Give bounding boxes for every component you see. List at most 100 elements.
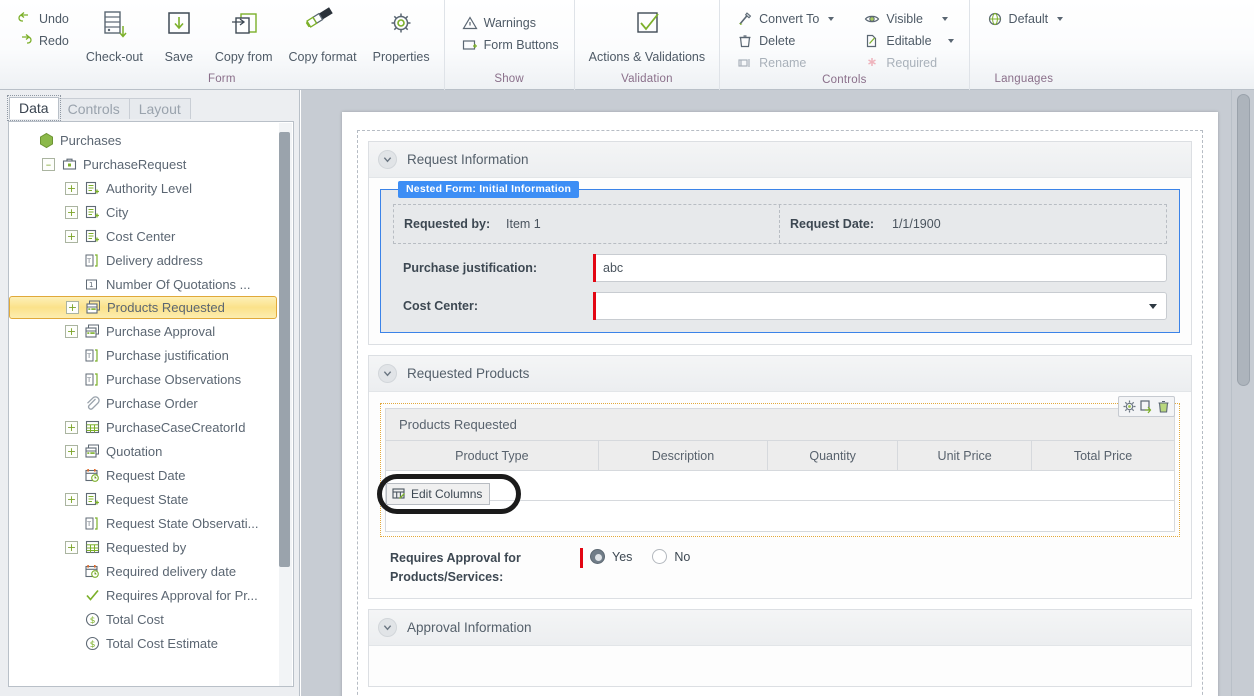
section-approval-information-body — [369, 646, 1191, 686]
chevron-down-icon[interactable] — [378, 618, 397, 637]
duplicate-icon[interactable] — [1139, 399, 1154, 414]
tree-node-city[interactable]: + City — [9, 200, 293, 224]
tree-node-purchase-approval[interactable]: + Purchase Approval — [9, 319, 293, 343]
tree-node-request-state-observati[interactable]: T Request State Observati... — [9, 511, 293, 535]
tree-node-requested-by[interactable]: + Requested by — [9, 535, 293, 559]
number-field-icon: 1 — [84, 276, 101, 293]
section-requested-products-header[interactable]: Requested Products — [369, 356, 1191, 392]
field-request-date[interactable]: Request Date: 1/1/1900 — [780, 205, 1166, 243]
warnings-button[interactable]: Warnings — [457, 12, 564, 34]
radio-no-dot[interactable] — [652, 549, 668, 564]
tree-node-label: Requires Approval for Pr... — [106, 587, 258, 603]
grid-column-header[interactable]: Unit Price — [898, 441, 1033, 470]
tree-node-total-cost[interactable]: $ Total Cost — [9, 607, 293, 631]
field-purchase-justification-control[interactable]: abc — [593, 254, 1167, 282]
tree-node-purchase-justification[interactable]: T Purchase justification — [9, 343, 293, 367]
check-out-button[interactable]: Check-out — [78, 4, 151, 64]
expand-icon[interactable]: + — [65, 324, 78, 338]
form-buttons-button[interactable]: Form Buttons — [457, 34, 564, 56]
properties-button[interactable]: Properties — [365, 4, 438, 64]
tree-node-request-state[interactable]: + Request State — [9, 487, 293, 511]
cost-center-dropdown[interactable] — [593, 292, 1167, 320]
products-grid-selection-wrapper[interactable]: Products Requested Product Type Descripti… — [377, 396, 1180, 537]
grid-column-header[interactable]: Description — [599, 441, 769, 470]
canvas-scrollbar-thumb[interactable] — [1237, 94, 1250, 386]
entity-icon — [61, 156, 78, 173]
trash-icon[interactable] — [1156, 399, 1171, 414]
delete-button[interactable]: Delete — [732, 30, 839, 52]
tab-data[interactable]: Data — [7, 95, 61, 121]
tree-scrollbar-thumb[interactable] — [279, 132, 290, 567]
purchase-justification-input[interactable]: abc — [593, 254, 1167, 282]
chevron-down-icon[interactable] — [378, 150, 397, 169]
tree-node-required-delivery-date[interactable]: Required delivery date — [9, 559, 293, 583]
tree-node-cost-center[interactable]: + Cost Center — [9, 224, 293, 248]
svg-text:T: T — [86, 353, 91, 360]
tree-node-purchase-order[interactable]: Purchase Order — [9, 391, 293, 415]
tree-node-authority-level[interactable]: + Authority Level — [9, 176, 293, 200]
expand-icon[interactable]: + — [65, 420, 78, 434]
convert-to-button[interactable]: Convert To — [732, 8, 839, 30]
tree-node-request-date[interactable]: Request Date — [9, 463, 293, 487]
grid-tools[interactable] — [1118, 396, 1175, 417]
tree-scrollbar[interactable] — [279, 123, 292, 686]
tree-node-label: Authority Level — [106, 180, 192, 196]
chevron-down-icon[interactable] — [1149, 304, 1157, 309]
checkmark-box-icon — [629, 9, 665, 45]
radio-option-yes[interactable]: Yes — [590, 549, 632, 564]
reference-icon — [84, 228, 101, 245]
expand-icon[interactable]: + — [66, 301, 79, 314]
editable-button[interactable]: Editable — [859, 30, 958, 52]
tree-node-products-requested[interactable]: + Products Requested — [9, 296, 277, 319]
left-panel-tabstrip: Data Controls Layout — [7, 95, 295, 121]
section-approval-information-header[interactable]: Approval Information — [369, 610, 1191, 646]
expand-icon[interactable]: + — [65, 492, 78, 506]
tab-layout[interactable]: Layout — [128, 98, 191, 119]
tree-node-label: Request Date — [106, 467, 186, 483]
expand-icon[interactable]: + — [65, 444, 78, 458]
actions-validations-button[interactable]: Actions & Validations — [581, 4, 714, 64]
grid-column-header[interactable]: Quantity — [768, 441, 899, 470]
chevron-down-icon[interactable] — [378, 364, 397, 383]
copy-from-button[interactable]: Copy from — [207, 4, 281, 64]
tree-node-purchases[interactable]: Purchases — [9, 128, 293, 152]
tree-node-purchasecasecreatorid[interactable]: + PurchaseCaseCreatorId — [9, 415, 293, 439]
redo-button[interactable]: Redo — [12, 30, 74, 52]
tree-node-purchase-observations[interactable]: T Purchase Observations — [9, 367, 293, 391]
save-button[interactable]: Save — [151, 4, 207, 64]
expand-icon[interactable]: + — [65, 229, 78, 243]
default-language-button[interactable]: Default — [982, 8, 1069, 30]
gear-icon[interactable] — [1122, 399, 1137, 414]
radio-option-no[interactable]: No — [652, 549, 690, 564]
tree-node-quotation[interactable]: + Quotation — [9, 439, 293, 463]
field-cost-center-control[interactable] — [593, 292, 1167, 320]
radio-yes-dot[interactable] — [590, 549, 605, 564]
visible-button[interactable]: Visible — [859, 8, 958, 30]
undo-button[interactable]: Undo — [12, 8, 74, 30]
tree-node-total-cost-estimate[interactable]: $ Total Cost Estimate — [9, 631, 293, 655]
field-requested-by[interactable]: Requested by: Item 1 — [394, 205, 780, 243]
expand-icon[interactable]: + — [65, 181, 78, 195]
canvas-scrollbar[interactable] — [1231, 90, 1254, 696]
collapse-icon[interactable]: – — [42, 157, 55, 171]
tree-node-number-of-quotations[interactable]: 1 Number Of Quotations ... — [9, 272, 293, 296]
reference-icon — [84, 491, 101, 508]
chevron-down-icon[interactable] — [947, 39, 954, 43]
tab-controls[interactable]: Controls — [57, 98, 130, 119]
section-request-information-header[interactable]: Request Information — [369, 142, 1191, 178]
grid-column-header[interactable]: Total Price — [1032, 441, 1174, 470]
edit-columns-button[interactable]: Edit Columns — [386, 483, 491, 505]
chevron-down-icon[interactable] — [828, 17, 835, 21]
tree-node-purchaserequest[interactable]: – PurchaseRequest — [9, 152, 293, 176]
grid-column-header[interactable]: Product Type — [386, 441, 599, 470]
tree-node-requires-approval-for-pr[interactable]: Requires Approval for Pr... — [9, 583, 293, 607]
chevron-down-icon[interactable] — [1057, 17, 1064, 21]
data-tree[interactable]: Purchases – PurchaseRequest + Authority Leve… — [9, 122, 293, 655]
expand-icon[interactable]: + — [65, 540, 78, 554]
requires-approval-options[interactable]: Yes No — [580, 548, 710, 568]
expand-icon[interactable]: + — [65, 205, 78, 219]
products-grid-header: Product Type Description Quantity Unit Pric… — [386, 441, 1174, 471]
tree-node-delivery-address[interactable]: T Delivery address — [9, 248, 293, 272]
chevron-down-icon[interactable] — [941, 17, 948, 21]
copy-format-button[interactable]: Copy format — [281, 4, 365, 64]
